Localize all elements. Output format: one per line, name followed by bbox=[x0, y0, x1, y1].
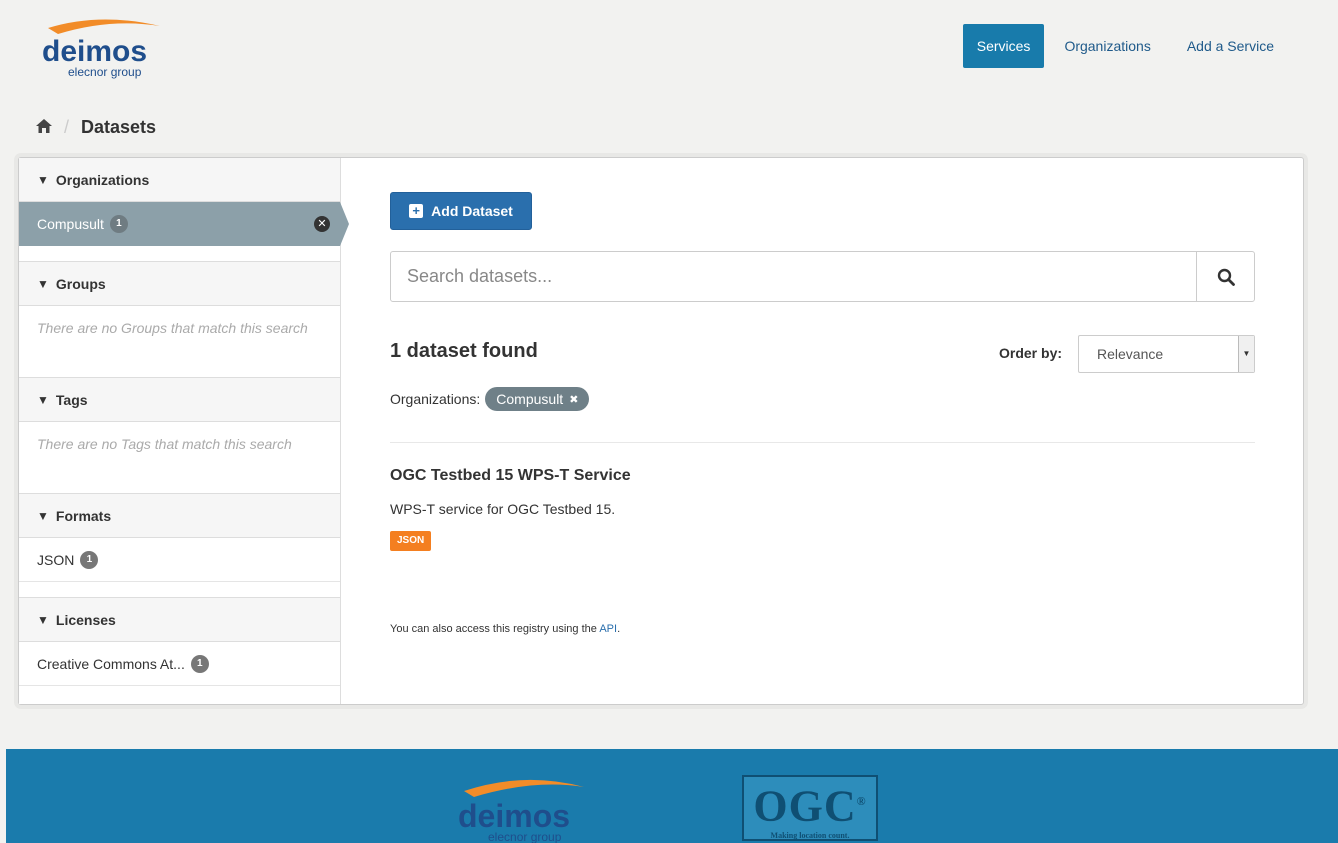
caret-down-icon: ▼ bbox=[1238, 336, 1254, 372]
add-dataset-button[interactable]: + Add Dataset bbox=[390, 192, 532, 230]
footer: deimos elecnor group OGC® Making locatio… bbox=[6, 749, 1338, 843]
deimos-logo[interactable]: deimos elecnor group bbox=[40, 14, 170, 84]
filter-pill-label: Compusult bbox=[496, 391, 564, 407]
ogc-tagline: Making location count. bbox=[770, 830, 850, 840]
facet-empty-tags: There are no Tags that match this search bbox=[19, 422, 340, 494]
facet-heading-tags: ▼ Tags bbox=[19, 378, 340, 422]
breadcrumb: / Datasets bbox=[36, 117, 156, 138]
facet-item-label: JSON bbox=[37, 551, 75, 568]
filter-label: Organizations: bbox=[390, 391, 481, 407]
format-badge-json[interactable]: JSON bbox=[390, 531, 432, 551]
api-link[interactable]: API bbox=[599, 623, 617, 635]
facet-spacer bbox=[19, 246, 340, 262]
count-badge: 1 bbox=[80, 550, 99, 569]
order-by-select[interactable]: Relevance ▼ bbox=[1078, 335, 1255, 373]
api-note-suffix: . bbox=[617, 623, 621, 635]
add-dataset-label: Add Dataset bbox=[431, 203, 513, 219]
filter-icon: ▼ bbox=[37, 392, 49, 407]
footer-deimos-logo[interactable]: deimos elecnor group bbox=[454, 771, 594, 843]
search-icon bbox=[1217, 268, 1235, 286]
facet-heading-formats: ▼ Formats bbox=[19, 494, 340, 538]
header: deimos elecnor group Services Organizati… bbox=[0, 0, 1338, 108]
filter-pill-compusult[interactable]: Compusult ✖ bbox=[485, 387, 590, 411]
remove-filter-icon[interactable]: ✖ bbox=[569, 393, 578, 406]
result-count: 1 dataset found bbox=[390, 340, 538, 362]
facet-title: Licenses bbox=[55, 611, 116, 628]
search-button[interactable] bbox=[1196, 252, 1254, 301]
facet-heading-licenses: ▼ Licenses bbox=[19, 598, 340, 642]
svg-text:elecnor group: elecnor group bbox=[68, 65, 142, 79]
svg-text:deimos: deimos bbox=[458, 798, 570, 834]
svg-text:elecnor group: elecnor group bbox=[488, 830, 562, 843]
nav-organizations[interactable]: Organizations bbox=[1048, 24, 1166, 68]
breadcrumb-separator: / bbox=[64, 117, 70, 137]
api-note-text: You can also access this registry using … bbox=[390, 623, 597, 635]
filter-icon: ▼ bbox=[37, 508, 49, 523]
search-input[interactable] bbox=[391, 252, 1196, 301]
facet-heading-organizations: ▼ Organizations bbox=[19, 158, 340, 202]
facet-empty-groups: There are no Groups that match this sear… bbox=[19, 306, 340, 378]
facet-item-json[interactable]: JSON 1 bbox=[19, 538, 340, 582]
remove-icon[interactable]: ✕ bbox=[314, 216, 330, 232]
breadcrumb-current[interactable]: Datasets bbox=[81, 117, 156, 138]
facet-item-license[interactable]: Creative Commons At... 1 bbox=[19, 642, 340, 686]
facet-heading-groups: ▼ Groups bbox=[19, 262, 340, 306]
main-content: + Add Dataset 1 dataset found Order by: … bbox=[341, 158, 1303, 704]
divider bbox=[390, 442, 1255, 443]
ogc-logo-text: OGC® bbox=[753, 781, 867, 831]
ogc-logo[interactable]: OGC® Making location count. bbox=[742, 775, 878, 841]
facet-title: Tags bbox=[55, 391, 88, 408]
api-note: You can also access this registry using … bbox=[390, 623, 620, 635]
facet-spacer bbox=[19, 582, 340, 598]
facet-item-label: Creative Commons At... bbox=[37, 655, 185, 672]
facet-item-label: Compusult bbox=[37, 216, 104, 232]
content-wrapper: ▼ Organizations Compusult 1 ✕ ▼ Groups T… bbox=[18, 157, 1304, 705]
facet-sidebar: ▼ Organizations Compusult 1 ✕ ▼ Groups T… bbox=[19, 158, 349, 704]
count-badge: 1 bbox=[109, 215, 128, 233]
order-by-value: Relevance bbox=[1097, 346, 1164, 362]
dataset-title[interactable]: OGC Testbed 15 WPS-T Service bbox=[390, 467, 631, 485]
active-filters: Organizations: Compusult ✖ bbox=[390, 387, 590, 411]
facet-title: Organizations bbox=[55, 171, 150, 188]
filter-icon: ▼ bbox=[37, 172, 49, 187]
count-badge: 1 bbox=[190, 654, 209, 673]
main-nav: Services Organizations Add a Service bbox=[959, 24, 1290, 68]
order-by-label: Order by: bbox=[999, 345, 1063, 361]
nav-add-service[interactable]: Add a Service bbox=[1171, 24, 1290, 68]
dataset-description: WPS-T service for OGC Testbed 15. bbox=[390, 501, 616, 517]
home-icon[interactable] bbox=[36, 117, 52, 138]
facet-title: Formats bbox=[55, 507, 112, 524]
filter-icon: ▼ bbox=[37, 612, 49, 627]
facet-item-compusult[interactable]: Compusult 1 ✕ bbox=[19, 202, 349, 246]
nav-services[interactable]: Services bbox=[962, 24, 1045, 68]
filter-icon: ▼ bbox=[37, 276, 49, 291]
svg-text:deimos: deimos bbox=[42, 35, 147, 68]
plus-square-icon: + bbox=[409, 204, 424, 218]
facet-title: Groups bbox=[55, 275, 106, 292]
search-form bbox=[390, 251, 1255, 302]
